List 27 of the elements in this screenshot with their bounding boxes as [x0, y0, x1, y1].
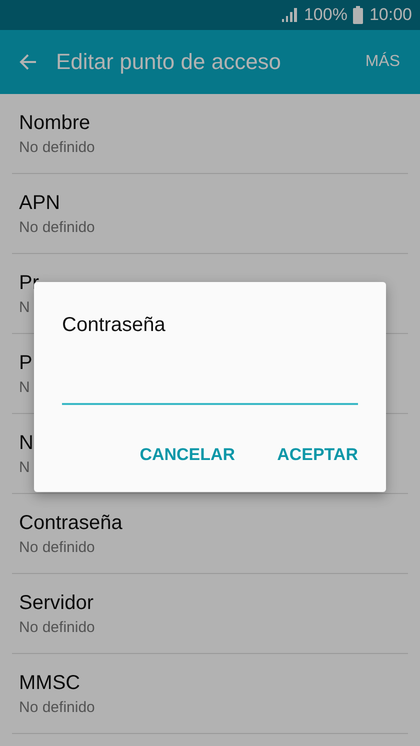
screen-title: Editar punto de acceso	[56, 49, 282, 75]
item-value: N	[19, 298, 30, 316]
dialog-title: Contraseña	[62, 314, 166, 337]
settings-item[interactable]: Contraseña No definido	[12, 494, 408, 574]
settings-item[interactable]: MMSC No definido	[12, 654, 408, 734]
item-label: Contraseña	[19, 512, 122, 534]
battery-icon	[353, 6, 364, 24]
settings-item[interactable]: Nombre No definido	[12, 94, 408, 174]
settings-item[interactable]: APN No definido	[12, 174, 408, 254]
item-label: Nombre	[19, 112, 90, 134]
item-value: No definido	[19, 618, 95, 636]
item-value: No definido	[19, 138, 95, 156]
item-value: No definido	[19, 218, 95, 236]
back-arrow-icon	[18, 52, 38, 72]
item-label: P	[19, 352, 32, 374]
item-value: N	[19, 458, 30, 476]
item-value: No definido	[19, 698, 95, 716]
item-label: MMSC	[19, 672, 80, 694]
item-value: N	[19, 378, 30, 396]
item-label: N	[19, 432, 34, 454]
item-label: APN	[19, 192, 60, 214]
signal-icon	[282, 8, 298, 22]
item-value: No definido	[19, 538, 95, 556]
clock: 10:00	[369, 5, 412, 25]
settings-item[interactable]: Servidor No definido	[12, 574, 408, 654]
item-label: Servidor	[19, 592, 94, 614]
battery-percentage: 100%	[304, 5, 348, 25]
